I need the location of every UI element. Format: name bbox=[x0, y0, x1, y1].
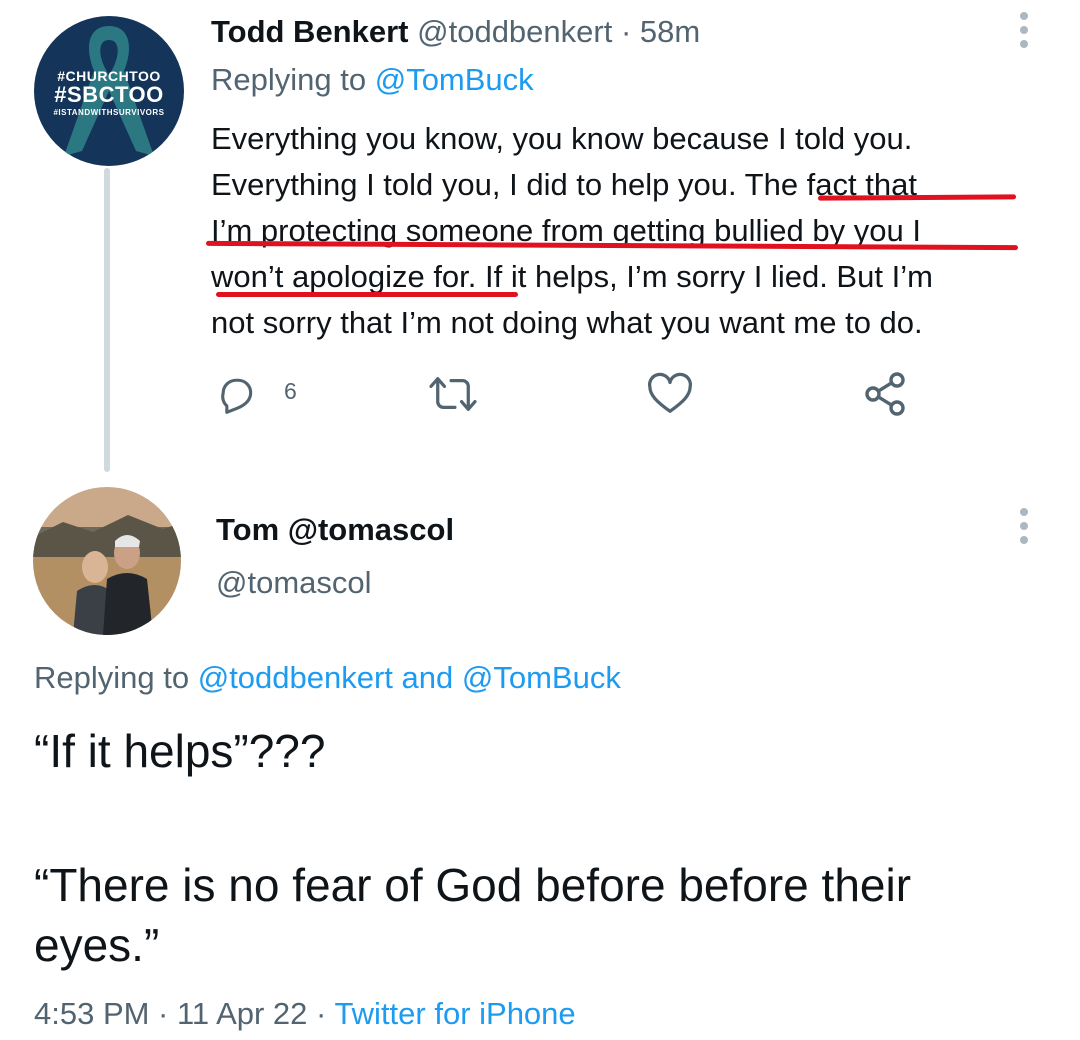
source-link[interactable]: Twitter for iPhone bbox=[334, 996, 575, 1031]
user-handle[interactable]: @toddbenkert bbox=[417, 14, 612, 49]
like-icon[interactable] bbox=[647, 372, 693, 416]
tweet-text: “There is no fear of God before before t… bbox=[34, 859, 912, 971]
separator: · bbox=[316, 996, 327, 1031]
replying-to-label: Replying to bbox=[211, 62, 367, 97]
timestamp[interactable]: 58m bbox=[640, 14, 700, 49]
highlight-underline bbox=[216, 292, 518, 297]
replying-to: Replying to @toddbenkert and @TomBuck bbox=[34, 660, 621, 696]
thread-connector bbox=[104, 168, 110, 472]
tweet-text-line: not sorry that I’m not doing what you wa… bbox=[211, 305, 923, 340]
display-name[interactable]: Todd Benkert bbox=[211, 14, 409, 49]
mention-links[interactable]: @toddbenkert and @TomBuck bbox=[198, 660, 621, 695]
reply-count: 6 bbox=[284, 378, 297, 404]
more-options-icon[interactable] bbox=[1014, 10, 1034, 50]
replying-to-label: Replying to bbox=[34, 660, 190, 695]
reply-icon[interactable] bbox=[214, 372, 258, 416]
tweet-text-line: Everything I told you, I did to help you… bbox=[211, 167, 917, 202]
tweet-text: Everything you know, you know because I … bbox=[211, 116, 1061, 346]
separator: · bbox=[620, 14, 632, 49]
replying-to: Replying to @TomBuck bbox=[211, 62, 534, 98]
tweet-header: Todd Benkert @toddbenkert · 58m bbox=[211, 14, 700, 50]
share-icon[interactable] bbox=[861, 370, 909, 418]
display-name[interactable]: Tom @tomascol bbox=[216, 512, 454, 548]
user-handle[interactable]: @tomascol bbox=[216, 565, 372, 601]
avatar-photo bbox=[33, 487, 181, 635]
tweet-metadata: 4:53 PM · 11 Apr 22 · Twitter for iPhone bbox=[34, 996, 576, 1032]
avatar-tag: #ISTANDWITHSURVIVORS bbox=[53, 108, 165, 117]
avatar[interactable] bbox=[33, 487, 181, 635]
retweet-icon[interactable] bbox=[428, 373, 478, 415]
tweet-text-line: Everything you know, you know because I … bbox=[211, 121, 913, 156]
mention-link[interactable]: @TomBuck bbox=[375, 62, 534, 97]
avatar-tag: #SBCTOO bbox=[54, 82, 164, 107]
avatar[interactable]: #CHURCHTOO #SBCTOO #ISTANDWITHSURVIVORS bbox=[34, 16, 184, 166]
more-options-icon[interactable] bbox=[1014, 506, 1034, 546]
tweet-text: “If it helps”??? bbox=[34, 725, 326, 777]
timestamp[interactable]: 4:53 PM · 11 Apr 22 bbox=[34, 996, 307, 1031]
